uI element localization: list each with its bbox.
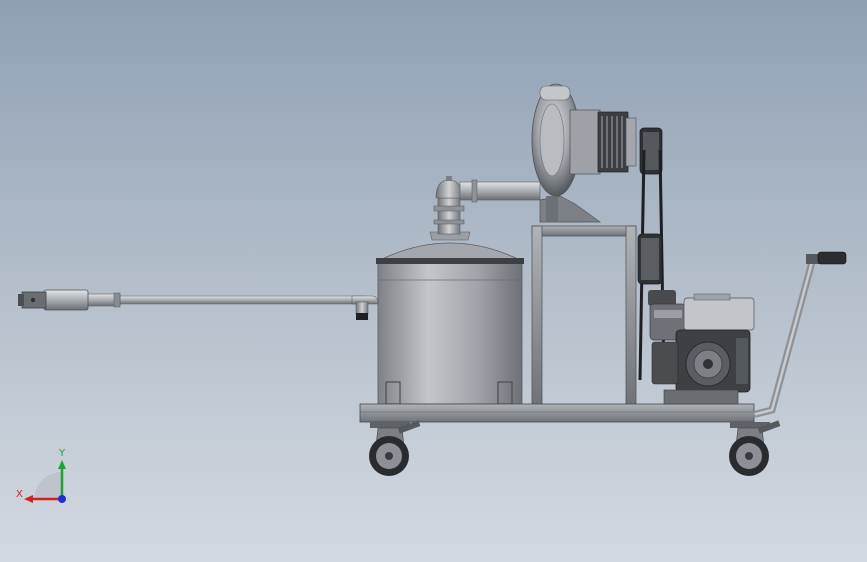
blower-inlet-duct bbox=[459, 179, 541, 203]
hose-inlet-elbow bbox=[351, 295, 379, 320]
front-caster-wheel[interactable] bbox=[369, 420, 421, 476]
coordinate-triad: X Y bbox=[16, 448, 66, 503]
rear-caster-wheel[interactable] bbox=[729, 420, 781, 476]
blower-fan[interactable] bbox=[531, 83, 637, 223]
triad-z-axis bbox=[58, 495, 66, 503]
tank-outlet-riser bbox=[433, 176, 465, 235]
machine-model-view[interactable]: X Y bbox=[0, 0, 867, 562]
suction-hose[interactable] bbox=[18, 289, 367, 311]
triad-x-label: X bbox=[16, 489, 23, 500]
gasoline-engine[interactable] bbox=[649, 293, 755, 405]
triad-y-arrow bbox=[58, 460, 66, 469]
cad-viewport[interactable]: X Y bbox=[0, 0, 867, 562]
triad-x-arrow bbox=[24, 495, 33, 503]
collection-tank[interactable] bbox=[376, 231, 524, 405]
triad-y-label: Y bbox=[58, 448, 66, 459]
push-handle[interactable] bbox=[752, 251, 847, 418]
